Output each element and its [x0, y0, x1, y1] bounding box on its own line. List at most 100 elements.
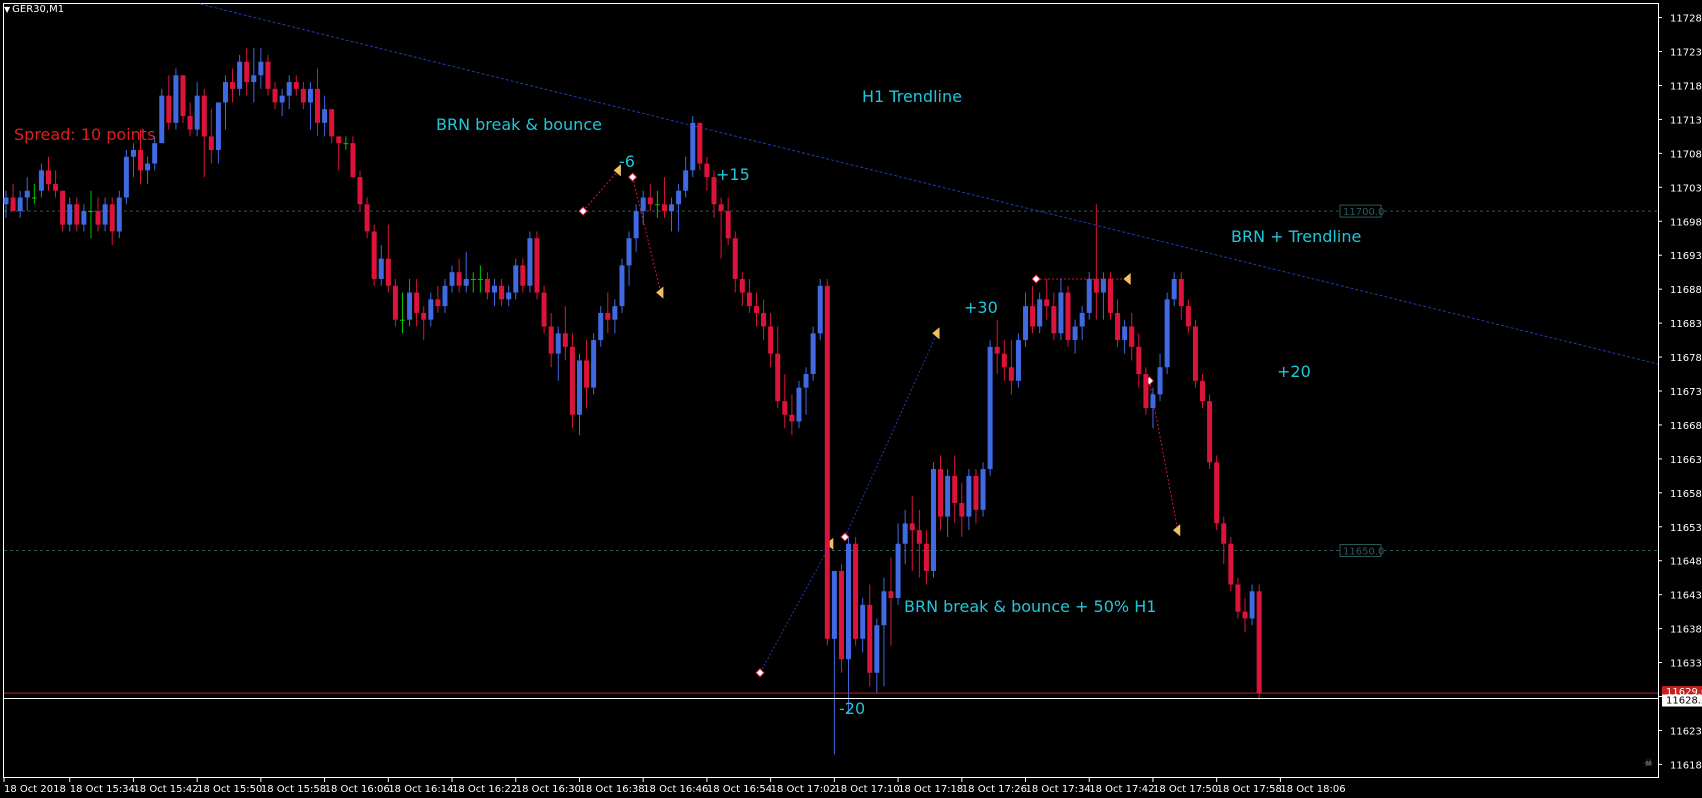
candle-body	[810, 333, 816, 375]
annotation-label: H1 Trendline	[862, 87, 962, 106]
candle-body	[994, 346, 1000, 354]
price-tick-label: 11703.5	[1670, 183, 1702, 194]
candle-body	[428, 299, 434, 320]
candle-body	[1192, 326, 1198, 381]
candle-body	[874, 625, 880, 673]
candle-body	[541, 292, 547, 327]
time-tick-label: 18 Oct 17:34	[1026, 784, 1091, 795]
candle-body	[881, 591, 887, 626]
time-tick-label: 18 Oct 16:46	[643, 784, 708, 795]
candle-body	[1157, 367, 1163, 395]
candle-body	[647, 197, 653, 205]
time-tick-label: 18 Oct 16:30	[516, 784, 581, 795]
candle-body	[145, 163, 151, 171]
price-tick-label: 11688.5	[1670, 285, 1702, 296]
candle-body	[902, 523, 908, 544]
candle-body	[895, 543, 901, 599]
candle-body	[315, 88, 321, 123]
chart-menu-icon[interactable]: ▼	[4, 5, 10, 14]
time-tick-label: 18 Oct 15:50	[197, 784, 262, 795]
candle-body	[1200, 380, 1206, 402]
candle-body	[173, 75, 179, 123]
candle-body	[24, 190, 30, 198]
candle-body	[95, 211, 101, 225]
candle-body	[492, 285, 498, 293]
candle-body	[654, 204, 660, 206]
candle-body	[513, 265, 519, 293]
annotation-label: BRN break & bounce	[436, 115, 602, 134]
candle-body	[385, 258, 391, 286]
candle-body	[661, 204, 667, 212]
time-tick-label: 18 Oct 18:06	[1280, 784, 1345, 795]
candle-body	[81, 211, 87, 225]
annotation-label: BRN break & bounce + 50% H1	[904, 597, 1156, 616]
candle-body	[1093, 278, 1099, 293]
candle-body	[272, 88, 278, 103]
candle-body	[1008, 367, 1014, 381]
candle-body	[831, 570, 837, 639]
candle-body	[584, 360, 590, 388]
candle-body	[378, 258, 384, 279]
candle-body	[640, 197, 646, 212]
price-chart[interactable]: 11700.0 11650.0 Spread: 10 points BRN brea…	[0, 0, 1702, 798]
candle-body	[775, 353, 781, 402]
candle-body	[1051, 306, 1057, 334]
candle-body	[803, 374, 809, 388]
price-tick-label: 11683.5	[1670, 319, 1702, 330]
candle-body	[555, 333, 561, 354]
candle-body	[591, 340, 597, 388]
candle-body	[548, 326, 554, 354]
time-tick-label: 18 Oct 16:38	[579, 784, 644, 795]
candle-body	[45, 170, 51, 184]
candle-body	[980, 469, 986, 510]
candle-body	[194, 95, 200, 130]
candle-body	[633, 211, 639, 239]
candle-body	[123, 156, 129, 198]
candle-body	[916, 530, 922, 544]
candle-body	[484, 278, 490, 293]
candle-body	[364, 204, 370, 232]
candle-body	[138, 149, 144, 171]
candle-body	[605, 312, 611, 320]
candle-body	[987, 346, 993, 470]
candle-body	[1207, 401, 1213, 463]
price-tick-label: 11633.5	[1670, 659, 1702, 670]
candle-body	[746, 292, 752, 307]
candle-body	[53, 183, 59, 191]
candle-body	[421, 312, 427, 320]
candle-body	[612, 306, 618, 320]
candle-body	[1256, 591, 1262, 694]
time-tick-label: 18 Oct 2018	[4, 784, 66, 795]
candle-body	[1044, 299, 1050, 307]
symbol-title[interactable]: ▼ GER30,M1	[4, 4, 64, 15]
candle-body	[392, 285, 398, 320]
candle-body	[569, 346, 575, 415]
candle-body	[463, 278, 469, 286]
candle-body	[534, 238, 540, 293]
time-tick-label: 18 Oct 16:22	[452, 784, 517, 795]
candle-body	[1136, 346, 1142, 375]
candle-body	[251, 75, 257, 83]
candle-body	[470, 278, 476, 280]
candle-body	[576, 360, 582, 415]
price-tick-label: 11653.5	[1670, 523, 1702, 534]
candle-body	[88, 211, 94, 213]
candle-body	[265, 61, 271, 89]
time-tick-label: 18 Oct 16:14	[388, 784, 453, 795]
candle-body	[888, 591, 894, 599]
candle-body	[371, 231, 377, 279]
candle-body	[952, 475, 958, 504]
candle-body	[477, 278, 483, 280]
price-tick-label: 11673.5	[1670, 387, 1702, 398]
candle-body	[1058, 292, 1064, 334]
candle-body	[1178, 278, 1184, 307]
candle-body	[180, 75, 186, 117]
annotation-label: -20	[839, 699, 865, 718]
chart-background	[0, 0, 1702, 798]
candle-body	[853, 543, 859, 639]
candle-body	[31, 197, 37, 199]
candle-body	[860, 604, 866, 639]
ask-price-label: 11628.5	[1666, 696, 1702, 707]
candle-body	[1015, 340, 1021, 381]
candle-body	[414, 292, 420, 313]
